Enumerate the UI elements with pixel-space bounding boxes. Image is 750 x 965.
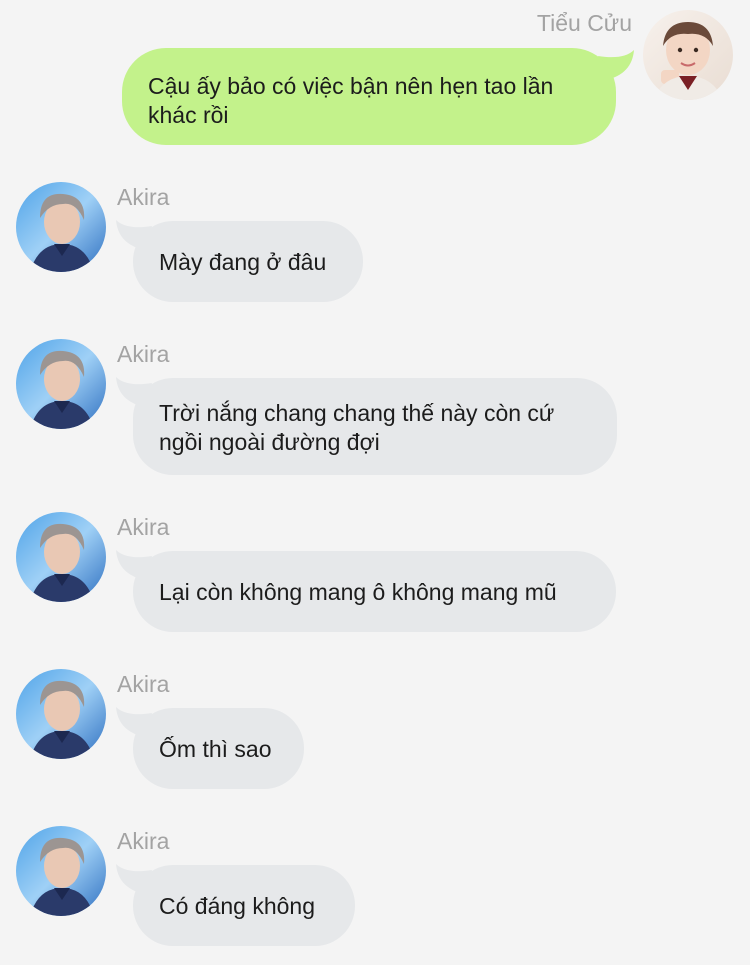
profile-photo-icon [643, 10, 733, 100]
profile-photo-icon [16, 826, 106, 916]
sender-name: Akira [117, 514, 170, 540]
sender-name: Akira [117, 828, 170, 854]
akira-avatar[interactable] [16, 339, 106, 429]
sender-name: Akira [117, 184, 170, 210]
sender-name: Akira [117, 341, 170, 367]
message-bubble-other[interactable]: Trời nắng chang chang thế này còn cứ ngồ… [133, 378, 617, 475]
akira-avatar[interactable] [16, 669, 106, 759]
message-bubble-other[interactable]: Lại còn không mang ô không mang mũ [133, 551, 616, 632]
message-bubble-other[interactable]: Có đáng không [133, 865, 355, 946]
sender-name: Akira [117, 671, 170, 697]
message-bubble-self[interactable]: Cậu ấy bảo có việc bận nên hẹn tao lần k… [122, 48, 616, 145]
message-bubble-other[interactable]: Mày đang ở đâu [133, 221, 363, 302]
akira-avatar[interactable] [16, 512, 106, 602]
akira-avatar[interactable] [16, 182, 106, 272]
profile-photo-icon [16, 669, 106, 759]
sender-name: Tiểu Cửu [536, 10, 632, 36]
profile-photo-icon [16, 339, 106, 429]
profile-photo-icon [16, 182, 106, 272]
self-avatar[interactable] [643, 10, 733, 100]
message-bubble-other[interactable]: Ốm thì sao [133, 708, 304, 789]
profile-photo-icon [16, 512, 106, 602]
akira-avatar[interactable] [16, 826, 106, 916]
